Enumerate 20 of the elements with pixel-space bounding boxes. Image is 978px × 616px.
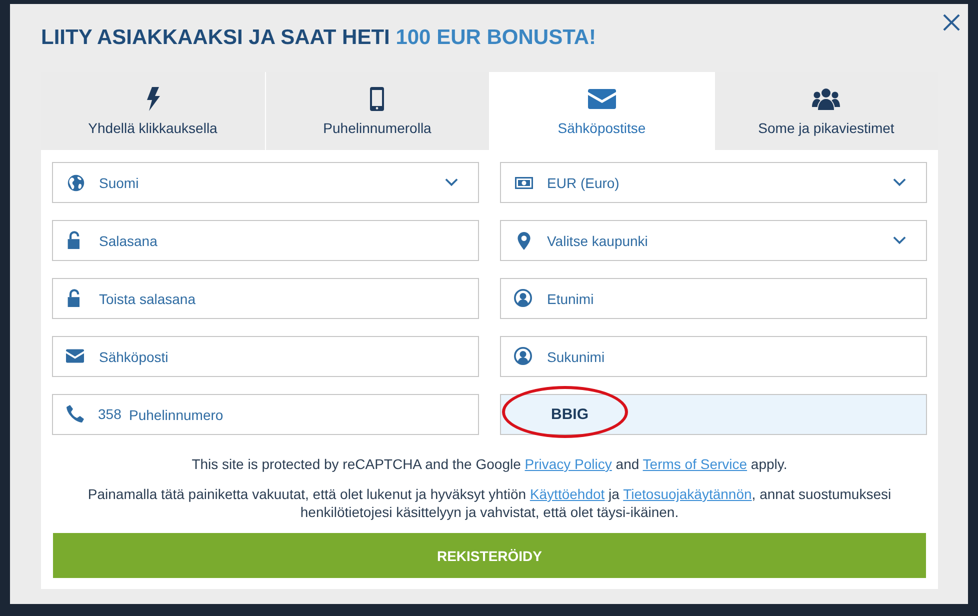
password-field[interactable]: Toista salasana (52, 278, 479, 319)
tab[interactable]: Yhdellä klikkauksella (41, 72, 266, 150)
country-code: 358 (98, 406, 122, 422)
input-field[interactable]: Sukunimi (500, 336, 927, 377)
dropdown-field[interactable]: Suomi (52, 162, 479, 203)
dropdown-field[interactable]: EUR (Euro) (500, 162, 927, 203)
password-field[interactable]: Salasana (52, 220, 479, 261)
input-field[interactable]: Sähköposti (52, 336, 479, 377)
link[interactable]: Tietosuojakäytännön (623, 486, 752, 502)
notice-text: Painamalla tätä painiketta vakuutat, että olet lukenut ja hyväksyt yhtiön Käyttöehdot ja Tietosuojakäytännön, annat suostumuksesi henkilötietojesi käsittelyyn ja vahvistat, että olet täysi-ikäinen. (86, 485, 892, 521)
notice-text: This site is protected by reCAPTCHA and the Google Privacy Policy and Terms of Service apply. (190, 455, 788, 473)
bonus-code-field[interactable]: BBIG (500, 394, 927, 435)
tab[interactable]: Some ja pikaviestimet (714, 72, 938, 150)
link[interactable]: Terms of Service (642, 456, 748, 472)
link[interactable]: Käyttöehdot (530, 486, 605, 502)
link[interactable]: Privacy Policy (524, 456, 612, 472)
dropdown-field[interactable]: Valitse kaupunki (500, 220, 927, 261)
input-field[interactable]: Etunimi (500, 278, 927, 319)
dialog-title: LIITY ASIAKKAAKSI JA SAAT HETI 100 EUR BONUSTA! (41, 25, 596, 51)
tab[interactable]: Puhelinnumerolla (266, 72, 490, 150)
